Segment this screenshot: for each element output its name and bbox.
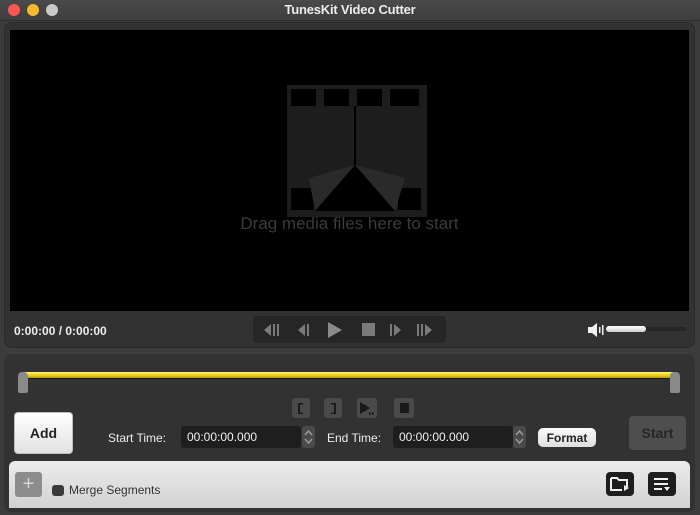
- film-strip-icon: [287, 85, 427, 217]
- skip-back-icon: [264, 323, 279, 336]
- step-back-icon: [298, 323, 309, 336]
- drag-hint: Drag media files here to start: [240, 214, 459, 233]
- play-button[interactable]: [323, 320, 347, 339]
- stepper-arrows-icon: [515, 429, 524, 445]
- preview-segment-button[interactable]: [357, 398, 377, 418]
- step-forward-icon: [390, 323, 401, 336]
- add-segment-button[interactable]: +: [15, 472, 42, 497]
- set-start-button[interactable]: [292, 398, 310, 418]
- merge-segments-checkbox[interactable]: [52, 485, 64, 496]
- previous-segment-button[interactable]: [261, 320, 285, 339]
- start-time-label: Start Time:: [108, 431, 167, 445]
- start-time-stepper[interactable]: [302, 426, 315, 448]
- plus-icon: +: [22, 473, 35, 495]
- stop-icon: [399, 403, 409, 413]
- start-button[interactable]: Start: [629, 416, 686, 450]
- output-folder-button[interactable]: [606, 472, 634, 496]
- previous-frame-button[interactable]: [293, 320, 317, 339]
- list-icon: [654, 478, 670, 491]
- bracket-left-icon: [298, 402, 303, 414]
- volume-level: [606, 326, 646, 332]
- stepper-arrows-icon: [304, 429, 313, 445]
- next-segment-button[interactable]: [414, 320, 438, 339]
- play-icon: [328, 321, 342, 338]
- timeline-start-handle[interactable]: [18, 372, 28, 393]
- format-button[interactable]: Format: [538, 428, 596, 447]
- title-bar: TunesKit Video Cutter: [0, 0, 700, 21]
- folder-icon: [610, 477, 629, 491]
- merge-segments-label: Merge Segments: [69, 483, 161, 497]
- play-segment-icon: [360, 401, 374, 415]
- video-drop-area[interactable]: Drag media files here to start: [10, 30, 689, 311]
- timeline-track[interactable]: [22, 372, 676, 379]
- end-time-stepper[interactable]: [513, 426, 526, 448]
- next-frame-button[interactable]: [385, 320, 409, 339]
- set-end-button[interactable]: [324, 398, 342, 418]
- bracket-right-icon: [331, 402, 336, 414]
- start-time-input[interactable]: 00:00:00.000: [181, 426, 301, 448]
- add-button[interactable]: Add: [14, 412, 73, 454]
- skip-forward-icon: [417, 323, 432, 336]
- speaker-icon[interactable]: [588, 323, 604, 337]
- player-panel: Drag media files here to start 0:00:00 /…: [4, 22, 695, 348]
- volume-slider[interactable]: [606, 326, 686, 332]
- stop-icon: [361, 323, 375, 336]
- timeline-end-handle[interactable]: [670, 372, 680, 393]
- end-time-input[interactable]: 00:00:00.000: [393, 426, 513, 448]
- window-title: TunesKit Video Cutter: [284, 2, 416, 17]
- stop-button[interactable]: [356, 320, 380, 339]
- segment-list-button[interactable]: [648, 472, 676, 496]
- end-time-label: End Time:: [327, 431, 382, 445]
- stop-segment-button[interactable]: [394, 398, 414, 418]
- transport-controls: [253, 316, 446, 343]
- timecode-display: 0:00:00 / 0:00:00: [14, 324, 107, 338]
